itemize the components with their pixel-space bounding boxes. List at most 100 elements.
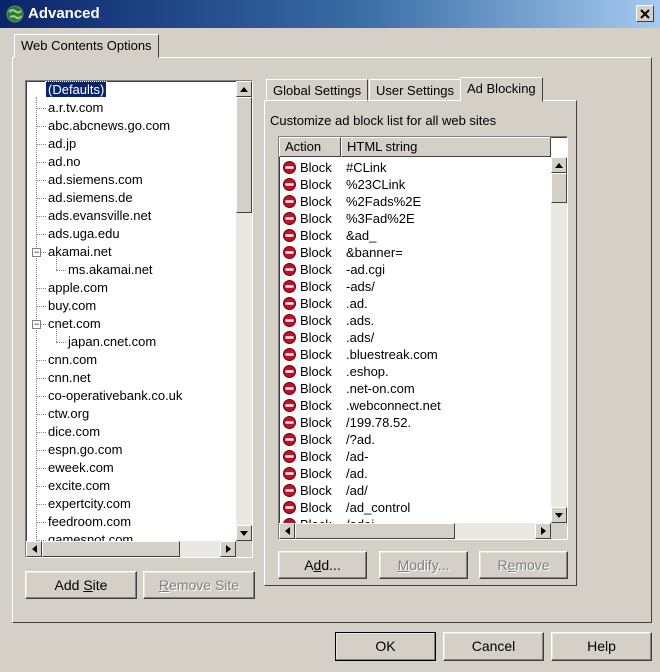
rule-html-string: /ad/ bbox=[346, 483, 368, 498]
site-item[interactable]: ads.uga.edu bbox=[46, 225, 122, 243]
tab-web-contents-options[interactable]: Web Contents Options bbox=[14, 34, 159, 58]
ad-block-list[interactable]: Action HTML string Block #CLink Block %23CL… bbox=[278, 136, 568, 540]
rule-action-label: Block bbox=[300, 415, 332, 430]
site-item[interactable]: cnn.com bbox=[46, 351, 99, 369]
add-site-button[interactable]: Add Site bbox=[25, 571, 137, 599]
close-button[interactable] bbox=[636, 5, 654, 22]
ad-rule-row[interactable]: Block %2Fads%2E bbox=[279, 193, 551, 210]
site-item[interactable]: ms.akamai.net bbox=[66, 261, 155, 279]
site-item[interactable]: expertcity.com bbox=[46, 495, 133, 513]
ad-rule-row[interactable]: Block .bluestreak.com bbox=[279, 346, 551, 363]
add-site-accel: S bbox=[83, 577, 93, 593]
site-item-label: cnn.net bbox=[48, 370, 91, 385]
arrow-left-icon bbox=[31, 545, 37, 553]
site-item[interactable]: ad.no bbox=[46, 153, 83, 171]
tree-collapse-toggle[interactable]: − bbox=[32, 248, 41, 257]
site-item[interactable]: a.r.tv.com bbox=[46, 99, 105, 117]
scroll-down-button[interactable] bbox=[551, 507, 567, 523]
help-button[interactable]: Help bbox=[551, 632, 652, 661]
ad-rule-row[interactable]: Block/adai bbox=[279, 516, 551, 523]
scroll-up-button[interactable] bbox=[551, 157, 567, 173]
site-item[interactable]: eweek.com bbox=[46, 459, 116, 477]
ad-rule-row[interactable]: Block &ad_ bbox=[279, 227, 551, 244]
site-item[interactable]: (Defaults) bbox=[44, 81, 108, 99]
ad-rule-row[interactable]: Block -ads/ bbox=[279, 278, 551, 295]
site-item[interactable]: japan.cnet.com bbox=[66, 333, 158, 351]
scroll-left-button[interactable] bbox=[279, 523, 295, 539]
rule-html-string: /adai bbox=[341, 516, 374, 523]
site-item[interactable]: ad.jp bbox=[46, 135, 78, 153]
tree-connector bbox=[36, 522, 46, 523]
ad-rule-row[interactable]: Block #CLink bbox=[279, 159, 551, 176]
arrow-up-icon bbox=[555, 162, 563, 168]
ad-rule-row[interactable]: Block/ad. bbox=[279, 465, 551, 482]
site-item[interactable]: ctw.org bbox=[46, 405, 91, 423]
scroll-down-button[interactable] bbox=[236, 525, 252, 541]
ad-list-hscrollbar[interactable] bbox=[279, 523, 551, 539]
scroll-up-button[interactable] bbox=[236, 81, 252, 97]
ad-rule-row[interactable]: Block %3Fad%2E bbox=[279, 210, 551, 227]
ad-rule-row[interactable]: Block .eshop. bbox=[279, 363, 551, 380]
remove-rule-button[interactable]: Remove bbox=[479, 551, 568, 579]
rule-action: Block bbox=[279, 448, 341, 465]
site-item[interactable]: dice.com bbox=[46, 423, 102, 441]
scroll-right-button[interactable] bbox=[535, 523, 551, 539]
site-item[interactable]: excite.com bbox=[46, 477, 112, 495]
rule-action: Block bbox=[279, 499, 341, 516]
site-list-hscrollbar[interactable] bbox=[26, 541, 236, 557]
site-item[interactable]: buy.com bbox=[46, 297, 98, 315]
hscroll-thumb[interactable] bbox=[42, 541, 180, 557]
tab-ad-blocking[interactable]: Ad Blocking bbox=[460, 77, 543, 102]
block-icon bbox=[283, 399, 296, 412]
site-item[interactable]: cnn.net bbox=[46, 369, 93, 387]
site-item[interactable]: apple.com bbox=[46, 279, 110, 297]
ad-rule-row[interactable]: Block/ad/ bbox=[279, 482, 551, 499]
ad-rule-row[interactable]: Block/199.78.52. bbox=[279, 414, 551, 431]
ok-button[interactable]: OK bbox=[335, 632, 436, 661]
tree-connector bbox=[36, 126, 46, 127]
ad-rule-row[interactable]: Block .net-on.com bbox=[279, 380, 551, 397]
ad-list-vscrollbar[interactable] bbox=[551, 157, 567, 523]
ad-rule-row[interactable]: Block &banner= bbox=[279, 244, 551, 261]
scroll-right-button[interactable] bbox=[220, 541, 236, 557]
site-item[interactable]: abc.abcnews.go.com bbox=[46, 117, 172, 135]
ad-rule-row[interactable]: Block .webconnect.net bbox=[279, 397, 551, 414]
ad-rule-row[interactable]: Block -ad.cgi bbox=[279, 261, 551, 278]
site-item[interactable]: co-operativebank.co.uk bbox=[46, 387, 184, 405]
column-header-html-string[interactable]: HTML string bbox=[341, 137, 551, 157]
tree-connector bbox=[36, 198, 46, 199]
site-item[interactable]: gamesnot.com bbox=[46, 531, 135, 541]
tab-label: Web Contents Options bbox=[21, 38, 152, 53]
modify-rule-button[interactable]: Modify... bbox=[379, 551, 468, 579]
ad-rule-row[interactable]: Block .ads. bbox=[279, 312, 551, 329]
column-header-action[interactable]: Action bbox=[279, 137, 341, 157]
site-item[interactable]: ads.evansville.net bbox=[46, 207, 153, 225]
scroll-left-button[interactable] bbox=[26, 541, 42, 557]
add-rule-button[interactable]: Add... bbox=[278, 551, 367, 579]
cancel-button[interactable]: Cancel bbox=[443, 632, 544, 661]
scroll-thumb[interactable] bbox=[236, 97, 252, 213]
ad-rule-row[interactable]: Block/ad- bbox=[279, 448, 551, 465]
tree-connector bbox=[36, 432, 46, 433]
site-item[interactable]: feedroom.com bbox=[46, 513, 133, 531]
site-item[interactable]: espn.go.com bbox=[46, 441, 124, 459]
site-item-label: buy.com bbox=[48, 298, 97, 313]
ad-rule-row[interactable]: Block .ad. bbox=[279, 295, 551, 312]
tree-collapse-toggle[interactable]: − bbox=[32, 320, 41, 329]
block-icon bbox=[283, 229, 296, 242]
site-item[interactable]: ad.siemens.com bbox=[46, 171, 145, 189]
site-list-vscrollbar[interactable] bbox=[236, 81, 252, 541]
tab-global-settings[interactable]: Global Settings bbox=[266, 79, 369, 102]
rule-action: Block bbox=[279, 193, 341, 210]
tab-user-settings[interactable]: User Settings bbox=[369, 79, 462, 102]
ad-rule-row[interactable]: Block %23CLink bbox=[279, 176, 551, 193]
ad-rule-row[interactable]: Block/ad_control bbox=[279, 499, 551, 516]
ad-rule-row[interactable]: Block .ads/ bbox=[279, 329, 551, 346]
remove-site-button[interactable]: Remove Site bbox=[143, 571, 255, 599]
site-list[interactable]: (Defaults) a.r.tv.com abc.abcnews.go.com ad… bbox=[25, 80, 253, 558]
site-item[interactable]: ad.siemens.de bbox=[46, 189, 135, 207]
site-item[interactable]: cnet.com bbox=[46, 315, 103, 333]
ad-rule-row[interactable]: Block /?ad. bbox=[279, 431, 551, 448]
hscroll-thumb[interactable] bbox=[295, 523, 455, 539]
scroll-thumb[interactable] bbox=[551, 173, 567, 203]
